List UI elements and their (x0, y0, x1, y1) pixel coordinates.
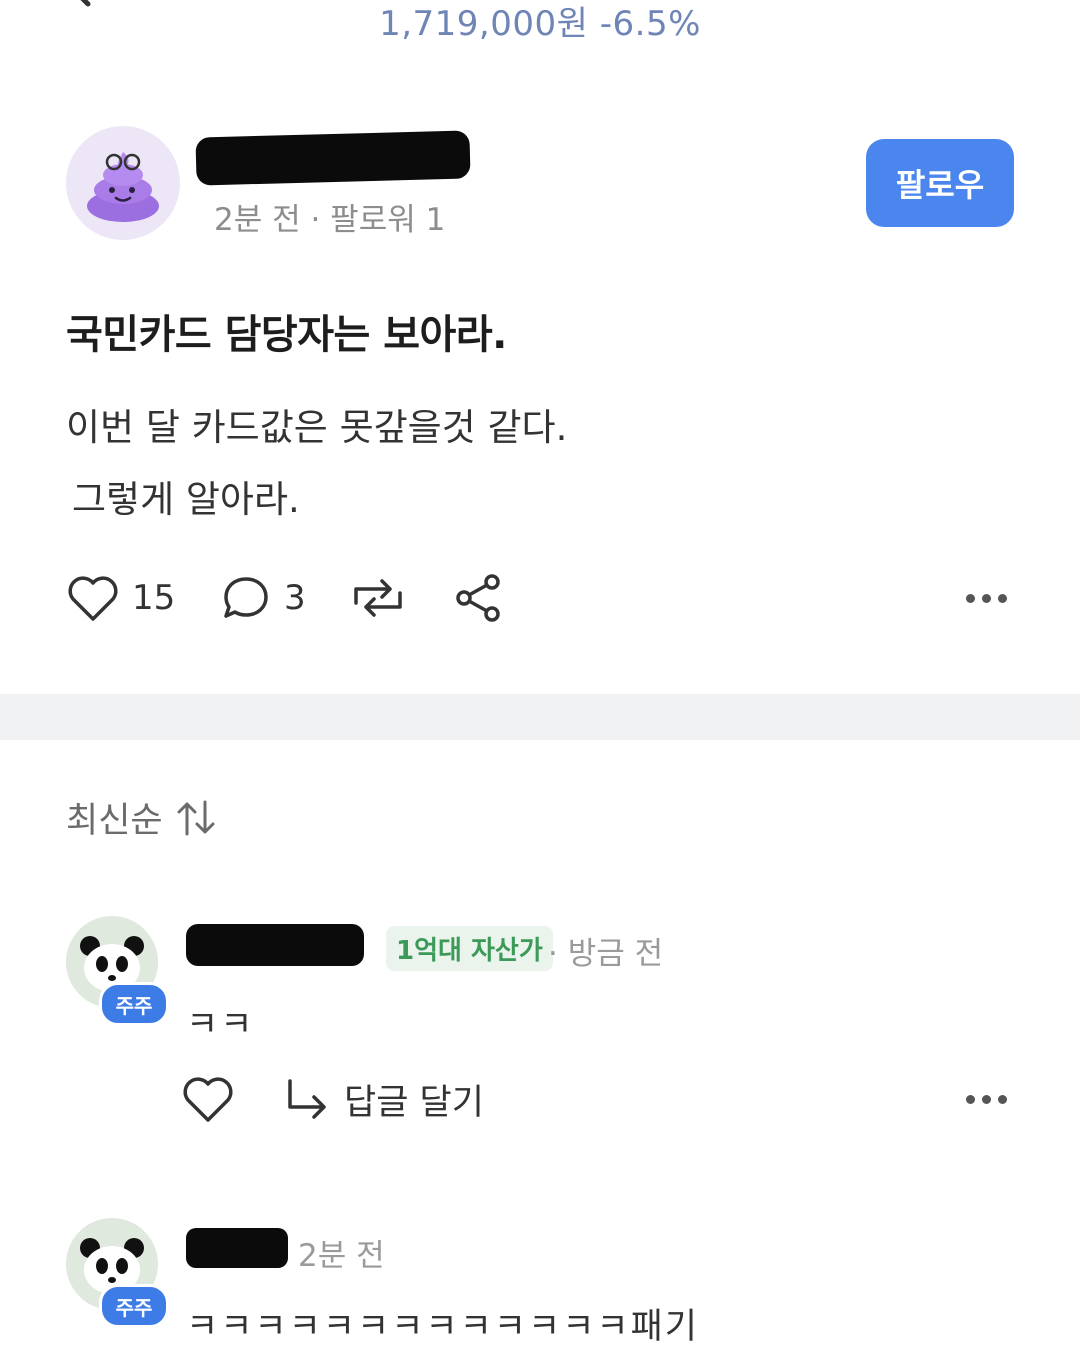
share-icon (456, 574, 500, 622)
sort-label: 최신순 (66, 801, 163, 841)
comment-text: ㅋㅋㅋㅋㅋㅋㅋㅋㅋㅋㅋㅋㅋ패기 (186, 1307, 700, 1347)
redacted-author-name (195, 130, 471, 186)
stock-price: 1,719,000원 (379, 4, 589, 44)
more-icon[interactable] (966, 594, 1007, 603)
section-divider (0, 694, 1080, 740)
post-title: 국민카드 담당자는 보아라. (66, 312, 507, 358)
shareholder-badge: 주주 (99, 982, 169, 1026)
redacted-commenter-name (186, 1228, 288, 1268)
heart-icon[interactable] (180, 1074, 236, 1124)
comment-text: ㅋㅋ (186, 1005, 255, 1045)
comment-count: 3 (284, 578, 306, 618)
like-count: 15 (132, 578, 176, 618)
author-avatar[interactable] (66, 126, 180, 240)
poop-character-icon (87, 152, 159, 222)
comment-icon (224, 577, 268, 618)
comment-time: 2분 전 (298, 1238, 385, 1274)
sort-toggle[interactable]: 최신순 (66, 792, 219, 843)
reply-button[interactable]: 답글 달기 (284, 1074, 484, 1125)
shareholder-badge: 주주 (99, 1284, 169, 1328)
heart-icon (68, 576, 118, 621)
sort-icon (177, 800, 215, 835)
stock-change: -6.5% (599, 4, 701, 44)
follow-button[interactable]: 팔로우 (866, 139, 1014, 227)
asset-tag: 1억대 자산가 (386, 926, 553, 971)
post-meta: 2분 전 · 팔로워 1 (214, 202, 446, 238)
comment-button[interactable]: 3 (220, 570, 306, 626)
like-button[interactable]: 15 (66, 570, 175, 626)
repost-button[interactable] (348, 570, 408, 626)
stock-price-line: 1,719,000원 -6.5% (0, 0, 1080, 45)
share-button[interactable] (452, 570, 504, 626)
post-body-line: 그렇게 알아라. (72, 478, 300, 521)
post-body-line: 이번 달 카드값은 못갚을것 같다. (66, 406, 568, 449)
reply-arrow-icon (288, 1078, 326, 1119)
reply-label: 답글 달기 (344, 1083, 484, 1123)
repost-icon (354, 579, 402, 617)
more-icon[interactable] (966, 1095, 1007, 1104)
post-body: 이번 달 카드값은 못갚을것 같다. 그렇게 알아라. (66, 392, 567, 536)
comment-time: · 방금 전 (548, 936, 664, 972)
redacted-commenter-name (186, 924, 364, 966)
